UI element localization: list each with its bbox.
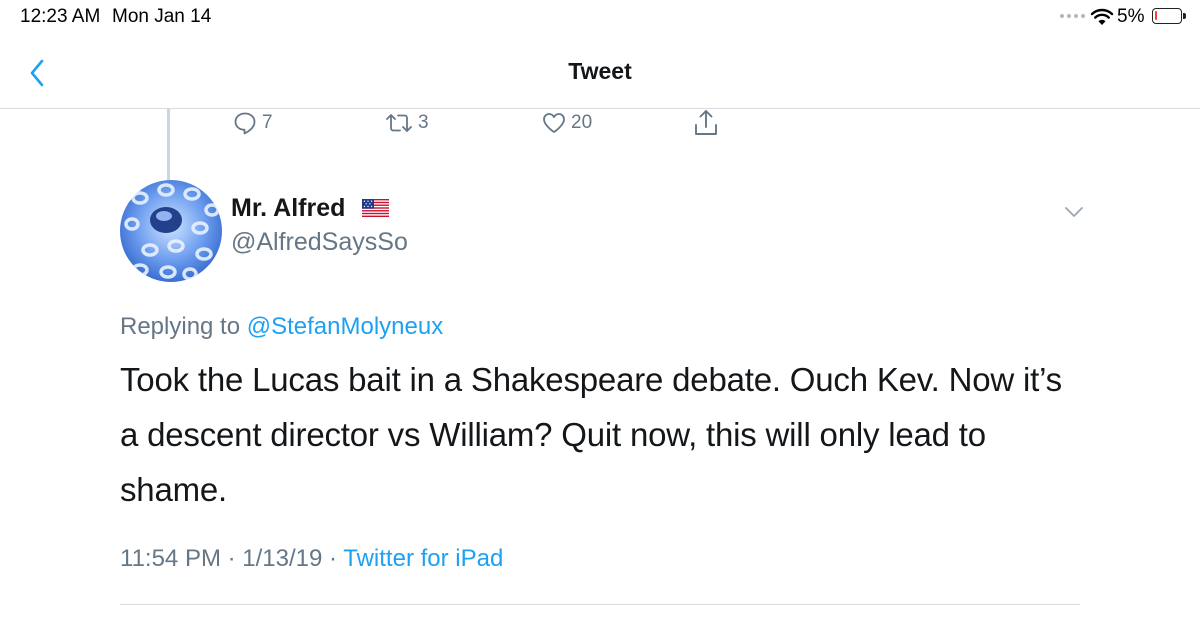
tweet-text: Took the Lucas bait in a Shakespeare deb… <box>120 361 1062 508</box>
share-icon <box>695 110 717 135</box>
share-button[interactable] <box>692 108 720 138</box>
like-count: 20 <box>571 112 593 133</box>
replying-to: Replying to @StefanMolyneux <box>120 313 443 341</box>
wifi-icon <box>1090 8 1114 31</box>
like-button[interactable]: 20 <box>541 110 592 136</box>
retweet-icon <box>386 114 412 132</box>
more-options-button[interactable] <box>1062 204 1086 220</box>
author-handle[interactable]: @AlfredSaysSo <box>231 228 408 257</box>
author-name[interactable]: Mr. Alfred <box>231 194 345 223</box>
status-time: 12:23 AM <box>20 6 101 27</box>
reply-count: 7 <box>262 112 273 133</box>
meta-divider <box>120 604 1080 605</box>
thread-connector-line <box>167 109 170 181</box>
battery-percentage: 5% <box>1117 6 1145 27</box>
meta-separator: · <box>322 545 344 572</box>
status-date: Mon Jan 14 <box>112 6 212 27</box>
mention-link[interactable]: @StefanMolyneux <box>247 313 443 340</box>
tweet-meta: 11:54 PM · 1/13/19 · Twitter for iPad <box>120 545 503 573</box>
avatar[interactable] <box>120 180 222 282</box>
meta-separator: · <box>220 545 243 572</box>
chevron-down-icon <box>1065 207 1083 217</box>
tweet-time: 11:54 PM <box>120 545 221 572</box>
nav-divider <box>0 108 1200 109</box>
heart-icon <box>543 113 565 133</box>
retweet-button[interactable]: 3 <box>384 110 429 136</box>
replying-to-label: Replying to <box>120 313 241 340</box>
cellular-signal-icon <box>1060 14 1085 18</box>
page-title: Tweet <box>568 58 632 84</box>
battery-icon <box>1152 8 1186 24</box>
retweet-count: 3 <box>418 112 429 133</box>
speech-bubble-icon <box>234 112 256 135</box>
tweet-source-link[interactable]: Twitter for iPad <box>343 545 503 572</box>
us-flag-icon <box>362 199 389 222</box>
avatar-image <box>120 180 222 282</box>
tweet-date: 1/13/19 <box>242 545 323 572</box>
reply-button[interactable]: 7 <box>232 110 273 136</box>
